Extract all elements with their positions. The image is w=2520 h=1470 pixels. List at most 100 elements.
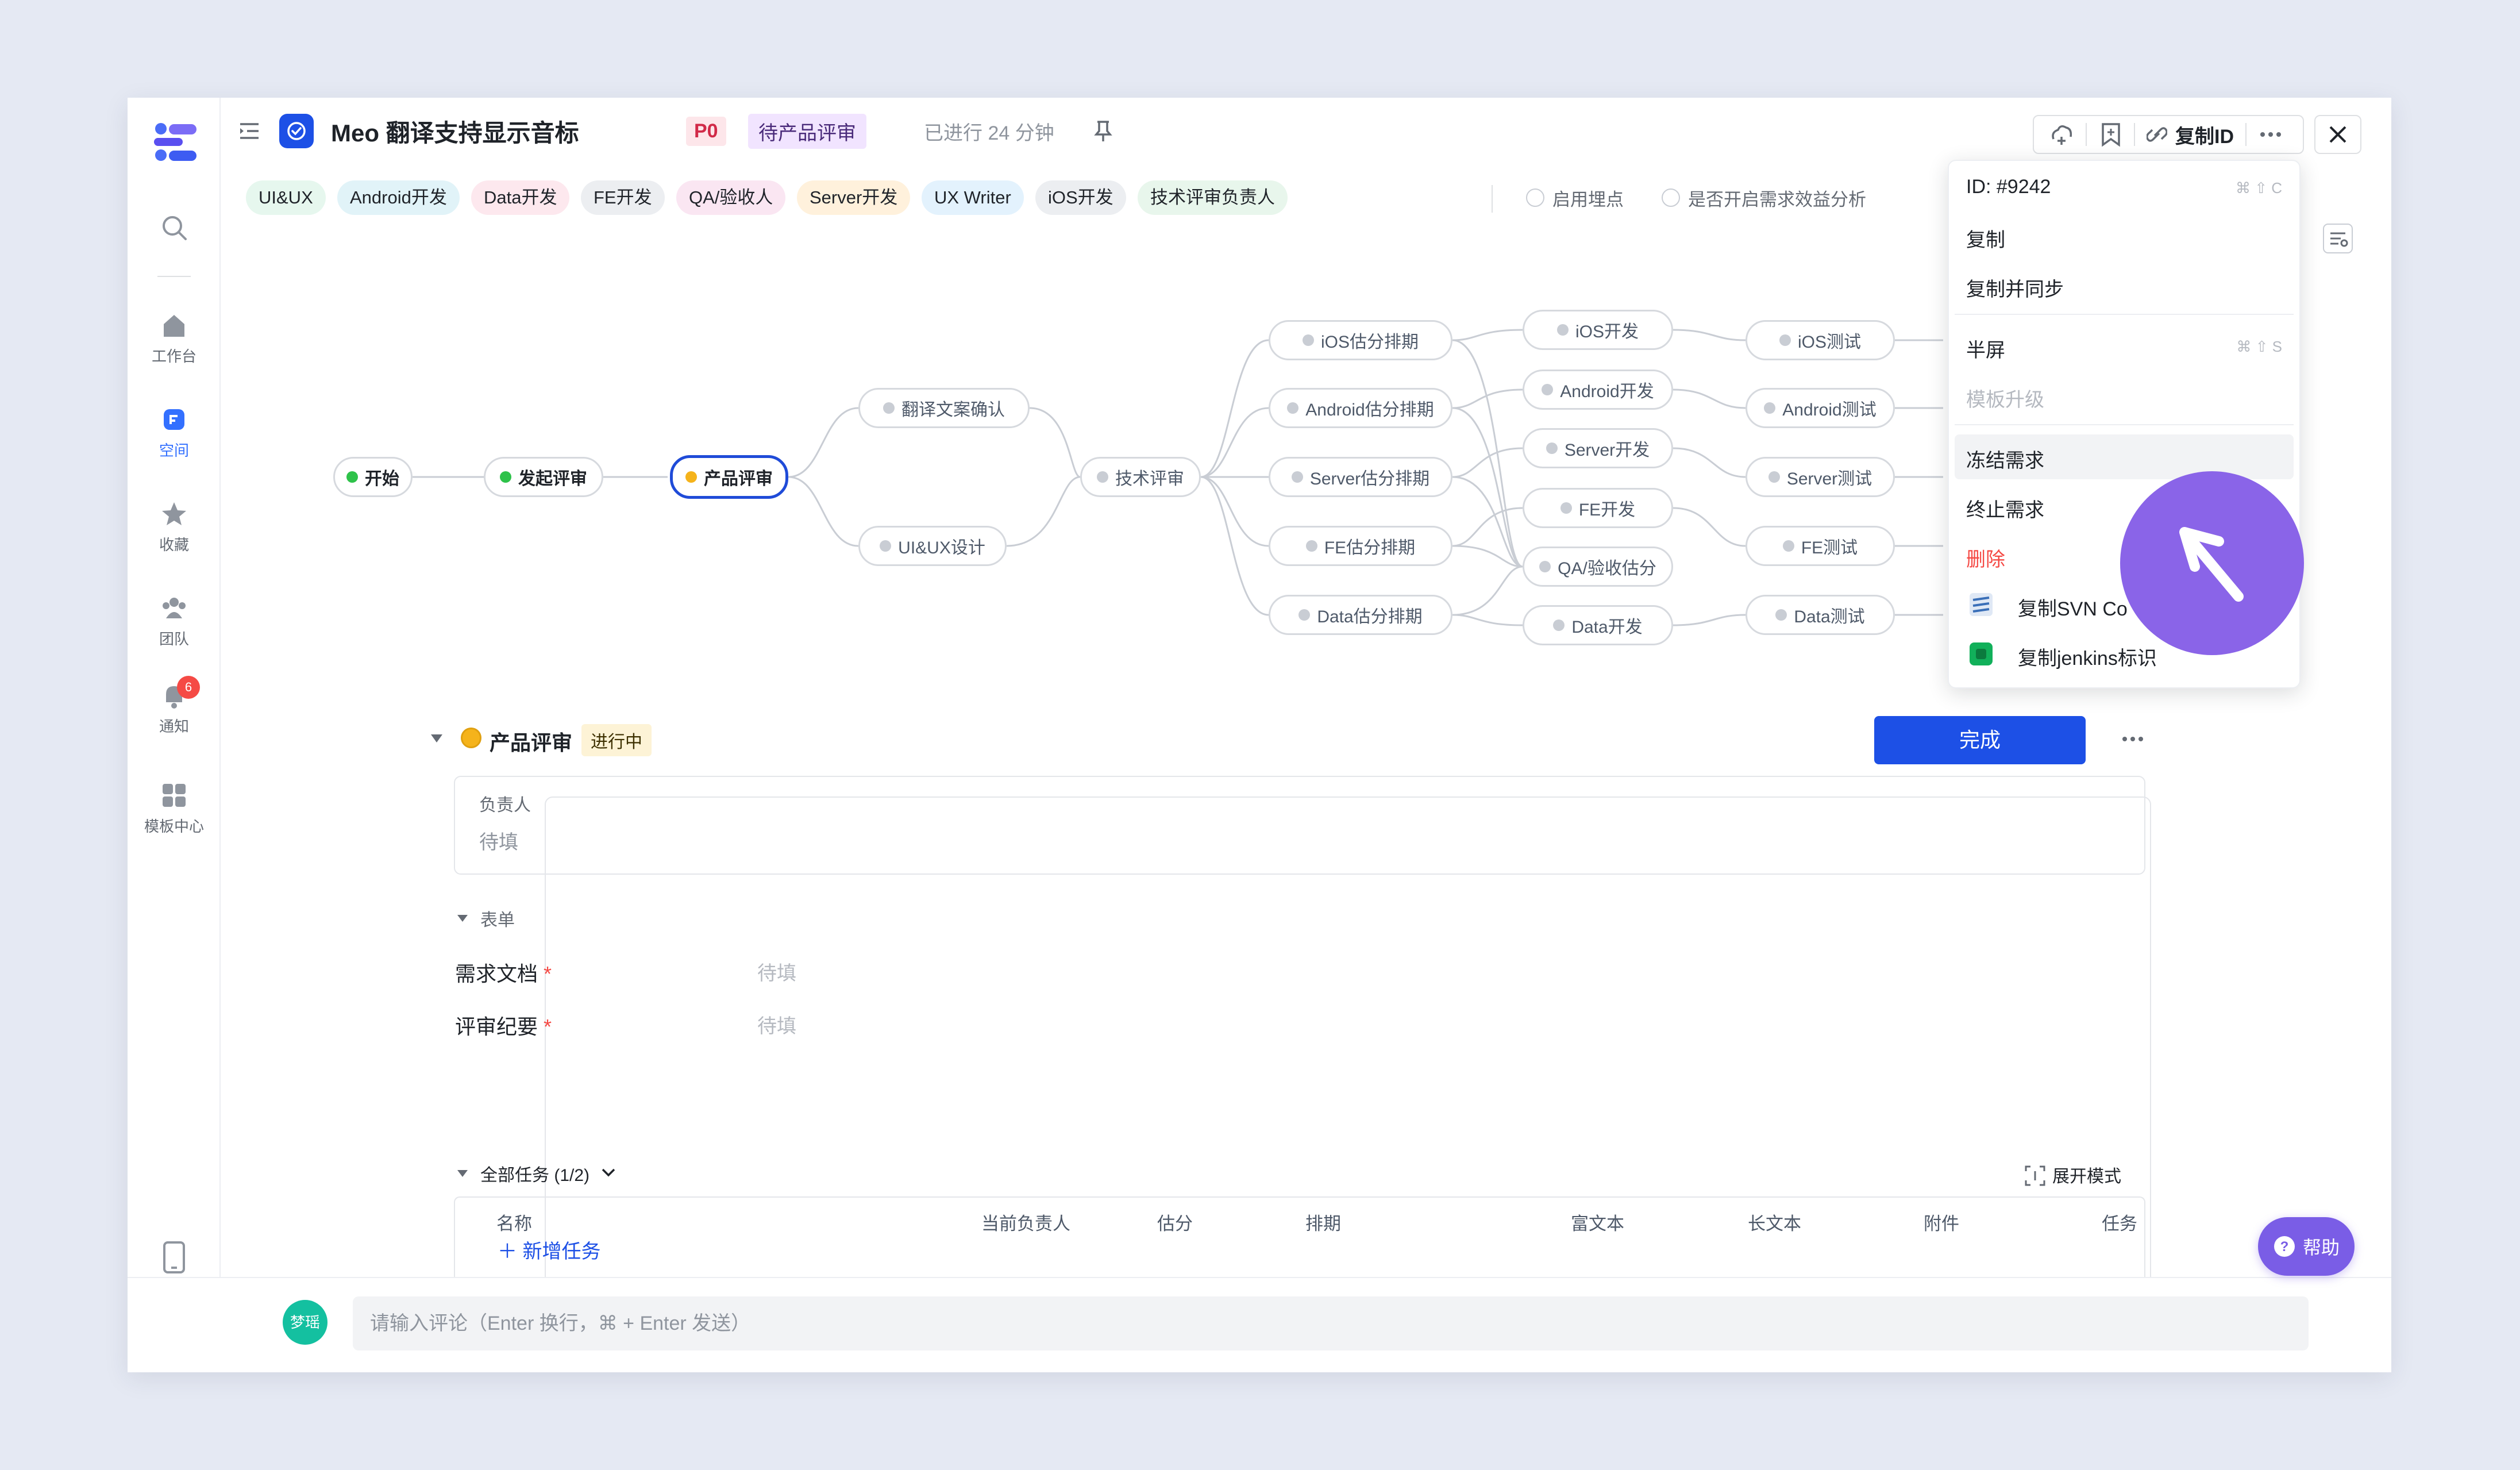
menu-item-freeze[interactable]: 冻结需求: [1966, 445, 2044, 473]
flow-node-ios-estimate[interactable]: iOS估分排期: [1269, 320, 1452, 360]
status-dot: [1775, 609, 1787, 621]
node-label: FE开发: [1578, 501, 1636, 519]
flow-node-uiux[interactable]: UI&UX设计: [858, 526, 1007, 566]
flow-node-server-estimate[interactable]: Server估分排期: [1269, 457, 1452, 497]
assignee-label: 负责人: [479, 796, 531, 815]
add-task-button[interactable]: ＋ 新增任务: [498, 1236, 600, 1264]
status-dot: [1782, 540, 1794, 552]
expand-mode-button[interactable]: 展开模式: [2052, 1162, 2121, 1187]
nav-label: 模板中心: [144, 818, 204, 835]
flow-node-server-test[interactable]: Server测试: [1745, 457, 1895, 497]
jenkins-icon: [1970, 642, 1993, 665]
assignee-value[interactable]: 待填: [479, 826, 518, 855]
menu-item-copy-sync[interactable]: 复制并同步: [1966, 274, 2064, 302]
flow-node-fe-dev[interactable]: FE开发: [1523, 488, 1673, 528]
status-dot: [1539, 561, 1551, 572]
flow-node-start[interactable]: 开始: [333, 457, 413, 497]
stage-title: 产品评审: [490, 731, 573, 755]
node-label: iOS估分排期: [1320, 333, 1419, 352]
tasks-title[interactable]: 全部任务 (1/2): [480, 1161, 589, 1186]
menu-item-copy[interactable]: 复制: [1966, 224, 2005, 252]
status-dot: [1768, 471, 1780, 483]
flow-node-tech-review[interactable]: 技术评审: [1080, 457, 1201, 497]
column-header: 长文本: [1748, 1214, 1801, 1234]
menu-item-copy-svn[interactable]: 复制SVN Co: [2018, 593, 2128, 621]
menu-divider: [1955, 314, 2294, 315]
help-button[interactable]: ? 帮助: [2258, 1217, 2355, 1276]
status-dot: [1097, 471, 1108, 483]
flow-node-copy-confirm[interactable]: 翻译文案确认: [858, 388, 1030, 428]
status-dot: [1298, 609, 1311, 621]
node-label: Android开发: [1560, 382, 1654, 401]
field-label-doc: 需求文档 *: [455, 962, 552, 986]
chevron-down-icon[interactable]: [601, 1168, 616, 1178]
node-label: FE测试: [1801, 538, 1858, 557]
status-dot: [1556, 324, 1569, 336]
column-header: 排期: [1305, 1214, 1341, 1234]
flow-node-data-test[interactable]: Data测试: [1745, 595, 1895, 635]
status-dot: [685, 471, 697, 483]
menu-item-delete[interactable]: 删除: [1966, 544, 2005, 572]
stage-status-dot: [461, 728, 481, 748]
status-dot: [1291, 471, 1303, 483]
menu-item-copy-jenkins[interactable]: 复制jenkins标识: [2018, 642, 2157, 671]
node-label: 技术评审: [1115, 470, 1184, 488]
field-value-doc[interactable]: 待填: [757, 957, 796, 986]
flow-node-android-estimate[interactable]: Android估分排期: [1269, 388, 1452, 428]
svg-text:?: ?: [2280, 1239, 2289, 1254]
flow-node-ios-test[interactable]: iOS测试: [1745, 320, 1895, 360]
svn-icon: [1970, 593, 1993, 616]
node-label: iOS测试: [1797, 333, 1861, 352]
node-label: iOS开发: [1575, 322, 1639, 341]
status-dot: [1560, 502, 1572, 514]
status-dot: [1779, 334, 1791, 346]
flow-node-server-dev[interactable]: Server开发: [1523, 428, 1673, 468]
flow-node-android-dev[interactable]: Android开发: [1523, 370, 1673, 410]
help-label: 帮助: [2302, 1237, 2340, 1258]
flow-node-data-estimate[interactable]: Data估分排期: [1269, 595, 1452, 635]
flow-node-qa-estimate[interactable]: QA/验收估分: [1523, 547, 1673, 587]
stage-more-icon[interactable]: [2121, 736, 2144, 742]
flow-node-fe-estimate[interactable]: FE估分排期: [1269, 526, 1452, 566]
shortcut-half-screen: ⌘ ⇧ S: [2236, 338, 2282, 355]
status-dot: [1287, 402, 1299, 414]
node-label: UI&UX设计: [898, 538, 985, 557]
menu-item-terminate[interactable]: 终止需求: [1966, 494, 2044, 522]
menu-item-half-screen[interactable]: 半屏: [1966, 334, 2005, 363]
node-label: 产品评审: [704, 470, 773, 488]
help-icon: ?: [2274, 1236, 2295, 1257]
column-header: 任务: [2102, 1214, 2137, 1234]
nav-item-templates[interactable]: 模板中心: [128, 780, 221, 836]
node-label: 翻译文案确认: [901, 401, 1005, 420]
menu-item-id[interactable]: ID: #9242: [1966, 176, 2051, 198]
flow-node-product-review[interactable]: 产品评审: [670, 455, 788, 499]
flow-node-ios-dev[interactable]: iOS开发: [1523, 310, 1673, 350]
flow-node-data-dev[interactable]: Data开发: [1523, 605, 1673, 645]
flow-node-fe-test[interactable]: FE测试: [1745, 526, 1895, 566]
status-dot: [883, 402, 895, 414]
flow-node-android-test[interactable]: Android测试: [1745, 388, 1895, 428]
form-caret-icon[interactable]: [456, 914, 469, 923]
node-label: Data估分排期: [1317, 607, 1423, 626]
complete-button[interactable]: 完成: [1874, 716, 2086, 764]
tasks-caret-icon[interactable]: [456, 1169, 469, 1178]
assignee-field[interactable]: [454, 776, 2145, 875]
flow-node-launch[interactable]: 发起评审: [484, 457, 603, 497]
node-label: 发起评审: [518, 470, 587, 488]
field-value-minutes[interactable]: 待填: [757, 1010, 796, 1038]
task-table: [454, 1196, 2145, 1277]
node-label: Server开发: [1564, 441, 1650, 460]
column-header: 估分: [1157, 1214, 1193, 1234]
node-label: Server估分排期: [1309, 470, 1430, 488]
menu-item-template-upgrade[interactable]: 模板升级: [1966, 384, 2044, 412]
node-label: QA/验收估分: [1558, 559, 1656, 578]
comment-input[interactable]: 请输入评论（Enter 换行，⌘ + Enter 发送）: [353, 1296, 2309, 1350]
status-dot: [1302, 334, 1314, 346]
node-label: Android测试: [1782, 401, 1876, 420]
column-header: 富文本: [1571, 1214, 1624, 1234]
status-dot: [346, 471, 358, 483]
status-dot: [1553, 619, 1565, 631]
column-header: 名称: [496, 1214, 532, 1234]
collapse-caret-icon[interactable]: [430, 733, 444, 744]
mobile-icon[interactable]: [161, 1241, 187, 1273]
